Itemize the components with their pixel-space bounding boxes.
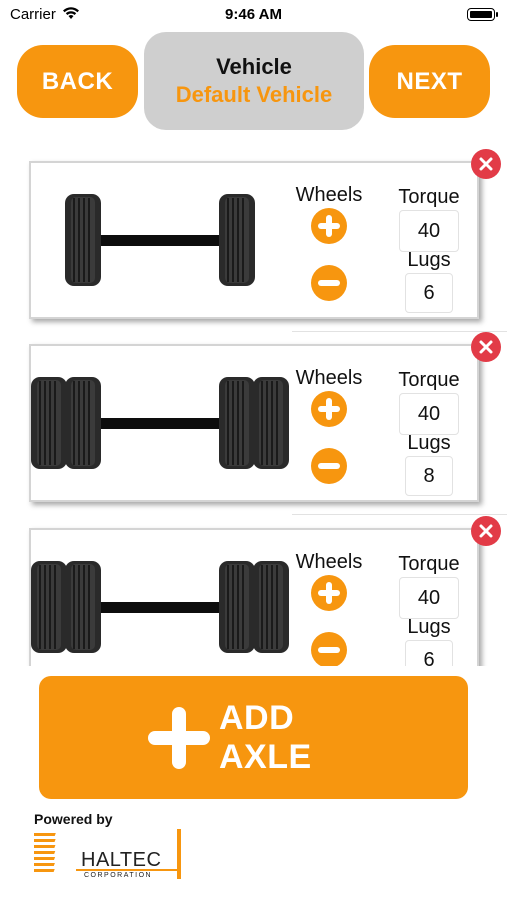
torque-label: Torque (398, 369, 460, 391)
axle-card: Wheels Torque 40 Lugs 8 (29, 344, 479, 502)
delete-axle-button[interactable] (471, 149, 501, 179)
delete-axle-button[interactable] (471, 332, 501, 362)
close-icon (479, 157, 493, 171)
remove-wheel-button[interactable] (310, 631, 348, 666)
tire (253, 561, 289, 653)
wheels-label: Wheels (295, 184, 363, 206)
lugs-field[interactable]: 8 (405, 456, 453, 496)
lugs-label: Lugs (407, 616, 451, 638)
wheels-label: Wheels (295, 551, 363, 573)
remove-wheel-button[interactable] (310, 447, 348, 485)
status-bar: Carrier 9:46 AM (0, 0, 507, 30)
tire (253, 377, 289, 469)
torque-label: Torque (398, 186, 460, 208)
axle-diagram (31, 561, 289, 653)
add-wheel-button[interactable] (310, 207, 348, 245)
tire (65, 377, 101, 469)
haltec-logo: HALTEC CORPORATION (34, 827, 184, 882)
tire (219, 194, 255, 286)
axle-card: Wheels Torque 40 Lugs 6 (29, 161, 479, 319)
torque-label: Torque (398, 553, 460, 575)
add-axle-label: ADD AXLE (219, 698, 312, 776)
add-wheel-button[interactable] (310, 574, 348, 612)
lugs-field[interactable]: 6 (405, 640, 453, 666)
torque-field[interactable]: 40 (399, 577, 459, 619)
plus-icon (148, 707, 210, 769)
lugs-field[interactable]: 6 (405, 273, 453, 313)
tire (31, 561, 67, 653)
delete-axle-button[interactable] (471, 516, 501, 546)
next-button[interactable]: NEXT (369, 45, 490, 118)
lugs-label: Lugs (407, 249, 451, 271)
add-wheel-button[interactable] (310, 390, 348, 428)
battery-icon (467, 8, 498, 21)
torque-field[interactable]: 40 (399, 210, 459, 252)
add-axle-button[interactable]: ADD AXLE (39, 676, 468, 799)
axle-list[interactable]: Wheels Torque 40 Lugs 6 Wheels Torque 40 Lugs 8 Wh… (0, 148, 507, 666)
torque-field[interactable]: 40 (399, 393, 459, 435)
brand-name: HALTEC (81, 849, 162, 871)
tire (219, 377, 255, 469)
axle-bar (91, 235, 231, 246)
vehicle-name: Default Vehicle (175, 82, 333, 107)
close-icon (479, 340, 493, 354)
brand-subtitle: CORPORATION (84, 872, 153, 879)
lugs-label: Lugs (407, 432, 451, 454)
vehicle-title: Vehicle (216, 54, 292, 79)
close-icon (479, 524, 493, 538)
row-divider (292, 514, 507, 515)
tire (219, 561, 255, 653)
powered-by-label: Powered by (34, 811, 113, 827)
back-button[interactable]: BACK (17, 45, 138, 118)
tire (65, 194, 101, 286)
axle-card: Wheels Torque 40 Lugs 6 (29, 528, 479, 666)
remove-wheel-button[interactable] (310, 264, 348, 302)
clock: 9:46 AM (225, 6, 282, 23)
row-divider (292, 331, 507, 332)
axle-bar (91, 602, 231, 613)
axle-bar (91, 418, 231, 429)
wheels-label: Wheels (295, 367, 363, 389)
tire (65, 561, 101, 653)
axle-diagram (31, 377, 289, 469)
axle-diagram (65, 194, 255, 286)
tire (31, 377, 67, 469)
vehicle-selector[interactable]: Vehicle Default Vehicle (144, 32, 364, 130)
